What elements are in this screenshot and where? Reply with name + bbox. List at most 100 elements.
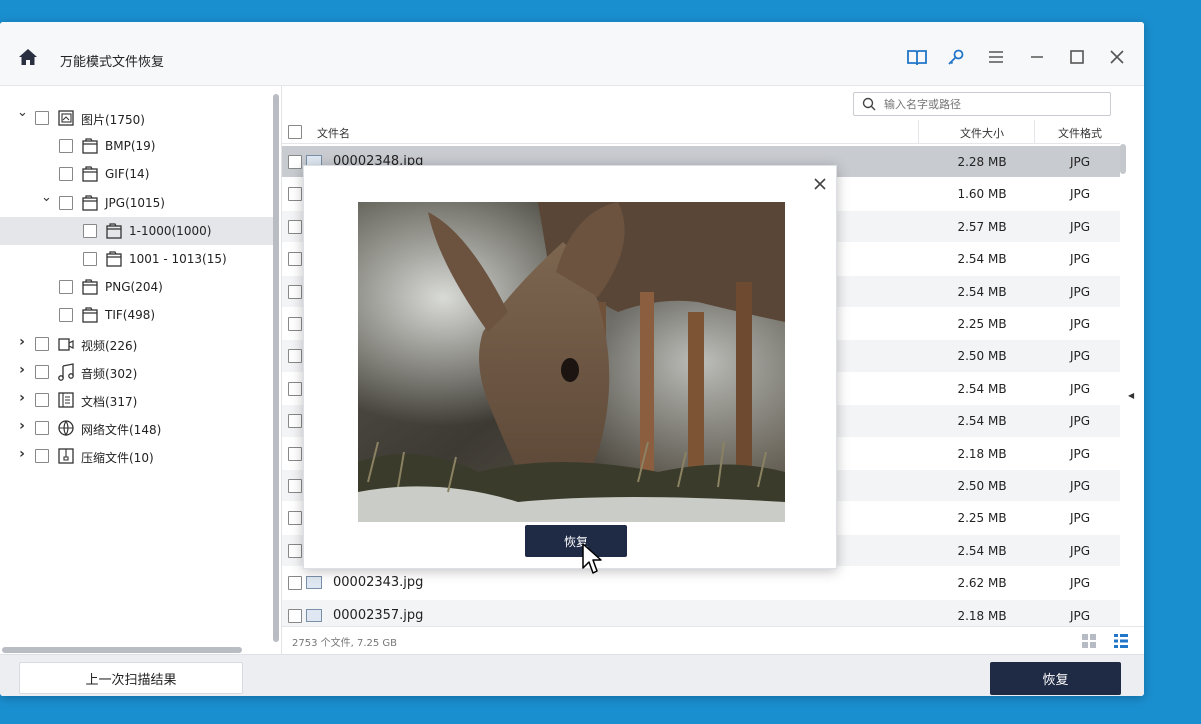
folder-icon (82, 194, 98, 211)
file-size: 1.60 MB (957, 187, 1007, 202)
row-checkbox[interactable] (288, 284, 302, 299)
chevron-down-icon[interactable]: ⌄ (17, 106, 28, 119)
row-checkbox[interactable] (288, 511, 302, 526)
row-checkbox[interactable] (288, 381, 302, 396)
tree-item[interactable]: BMP(19) (0, 132, 274, 160)
tree-checkbox[interactable] (59, 195, 73, 210)
file-type: JPG (1069, 317, 1091, 331)
image-preview (358, 202, 785, 522)
maximize-icon[interactable] (1066, 46, 1088, 68)
tree-checkbox[interactable] (83, 223, 97, 238)
preview-recover-button[interactable]: 恢复 (525, 525, 627, 557)
image-folder-icon (58, 110, 74, 126)
file-type: JPG (1069, 543, 1091, 558)
chevron-right-icon[interactable]: › (17, 447, 27, 461)
close-icon[interactable] (1106, 46, 1128, 68)
row-checkbox[interactable] (288, 317, 302, 331)
row-checkbox[interactable] (288, 446, 302, 461)
file-type: JPG (1069, 187, 1091, 202)
tree-item[interactable]: 1001 - 1013(15) (0, 245, 274, 273)
grid-view-icon[interactable] (1082, 634, 1096, 648)
search-box[interactable] (853, 92, 1111, 116)
tree-item-label: 音频(302) (81, 366, 138, 381)
tree-checkbox[interactable] (35, 449, 49, 464)
vertical-scrollbar[interactable] (1120, 144, 1126, 618)
preview-dialog: 恢复 (303, 165, 837, 569)
bottom-bar: 上一次扫描结果 恢复 (0, 654, 1144, 696)
select-all-checkbox[interactable] (288, 125, 302, 139)
globe-icon (58, 420, 74, 437)
file-name: 00002357.jpg (333, 607, 424, 623)
tree-scrollbar[interactable] (273, 94, 279, 642)
tree-item[interactable]: › 网络文件(148) (0, 414, 274, 442)
key-icon[interactable] (945, 46, 967, 68)
tree-checkbox[interactable] (59, 280, 73, 295)
scrollbar-thumb[interactable] (1120, 144, 1126, 174)
recover-button[interactable]: 恢复 (990, 662, 1121, 695)
close-icon[interactable] (812, 176, 828, 192)
file-type: JPG (1069, 252, 1091, 267)
row-checkbox[interactable] (288, 349, 302, 364)
document-icon (58, 392, 74, 408)
tree-item[interactable]: GIF(14) (0, 160, 274, 188)
tree-checkbox[interactable] (35, 111, 49, 125)
collapse-panel-icon[interactable]: ◀ (1128, 391, 1134, 400)
table-row[interactable]: 00002343.jpg 2.62 MB JPG (282, 567, 1120, 600)
file-size: 2.54 MB (957, 414, 1007, 429)
tree-item[interactable]: › 压缩文件(10) (0, 442, 274, 470)
tree-item[interactable]: › 文档(317) (0, 386, 274, 414)
tree-checkbox[interactable] (35, 364, 49, 379)
column-name-header[interactable]: 文件名 (317, 125, 350, 141)
menu-icon[interactable] (985, 46, 1007, 68)
chevron-right-icon[interactable]: › (17, 419, 27, 433)
file-size: 2.25 MB (957, 511, 1007, 526)
tree-item[interactable]: TIF(498) (0, 301, 274, 329)
row-checkbox[interactable] (288, 155, 302, 169)
folder-icon (106, 223, 122, 239)
file-type: JPG (1069, 511, 1091, 526)
row-checkbox[interactable] (288, 414, 302, 429)
tree-checkbox[interactable] (59, 308, 73, 323)
minimize-icon[interactable] (1026, 46, 1048, 68)
tree-checkbox[interactable] (83, 252, 97, 266)
column-type-header[interactable]: 文件格式 (1034, 125, 1126, 141)
folder-icon (82, 279, 98, 295)
chevron-right-icon[interactable]: › (17, 363, 27, 377)
home-icon[interactable] (18, 48, 38, 66)
tree-item[interactable]: PNG(204) (0, 273, 274, 301)
tree-item[interactable]: › 视频(226) (0, 330, 274, 358)
previous-scan-button[interactable]: 上一次扫描结果 (19, 662, 243, 694)
tree-item[interactable]: ⌄ 图片(1750) (0, 104, 274, 132)
row-checkbox[interactable] (288, 608, 302, 623)
column-size-header[interactable]: 文件大小 (922, 125, 1042, 141)
tree-item[interactable]: 1-1000(1000) (0, 216, 274, 245)
chevron-right-icon[interactable]: › (17, 391, 27, 405)
file-type: JPG (1069, 479, 1091, 493)
row-checkbox[interactable] (288, 576, 302, 591)
tree-checkbox[interactable] (35, 336, 49, 351)
tree-checkbox[interactable] (35, 393, 49, 407)
tree-item[interactable]: › 音频(302) (0, 358, 274, 386)
search-input[interactable] (884, 95, 1104, 113)
tree-horizontal-scrollbar[interactable] (2, 647, 242, 653)
list-view-icon[interactable] (1114, 634, 1128, 648)
tree-item-label: 压缩文件(10) (81, 451, 154, 466)
tree-checkbox[interactable] (35, 421, 49, 436)
row-checkbox[interactable] (288, 252, 302, 267)
row-checkbox[interactable] (288, 219, 302, 234)
chevron-down-icon[interactable]: ⌄ (41, 191, 52, 204)
table-row[interactable]: 00002357.jpg 2.18 MB JPG (282, 599, 1120, 626)
chevron-right-icon[interactable]: › (17, 335, 27, 349)
file-size: 2.18 MB (957, 446, 1007, 461)
video-icon (58, 337, 74, 351)
row-checkbox[interactable] (288, 187, 302, 202)
row-checkbox[interactable] (288, 479, 302, 493)
tree-checkbox[interactable] (59, 167, 73, 182)
archive-icon (58, 448, 74, 465)
table-header: 文件名 文件大小 文件格式 (282, 120, 1120, 144)
file-type: JPG (1069, 446, 1091, 461)
row-checkbox[interactable] (288, 543, 302, 558)
book-icon[interactable] (906, 46, 928, 68)
tree-item[interactable]: ⌄ JPG(1015) (0, 189, 274, 217)
tree-checkbox[interactable] (59, 139, 73, 154)
